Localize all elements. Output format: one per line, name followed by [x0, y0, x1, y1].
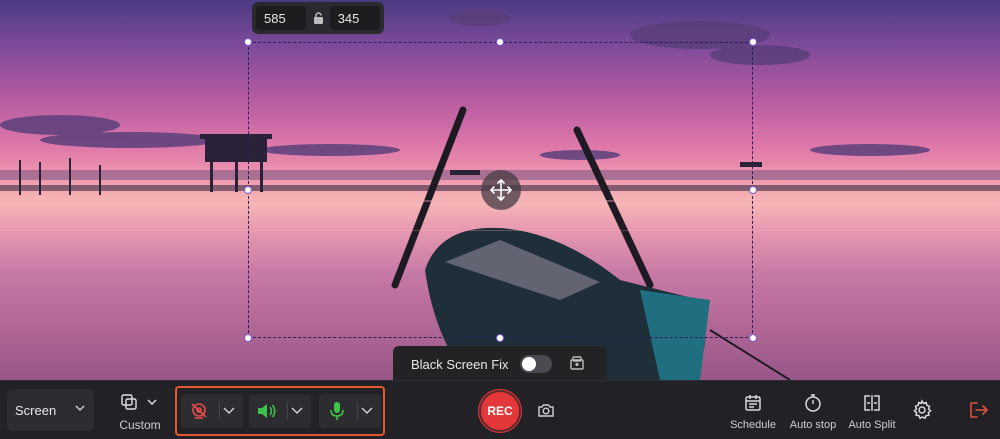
record-button[interactable]: REC: [479, 390, 521, 432]
resize-handle-bottom-left[interactable]: [244, 334, 252, 342]
webcam-control[interactable]: [181, 394, 243, 428]
chevron-down-icon: [147, 399, 157, 405]
black-screen-fix-toggle[interactable]: [520, 355, 552, 373]
chevron-down-icon[interactable]: [223, 406, 235, 416]
pin-icon[interactable]: [569, 355, 585, 374]
split-icon: [864, 395, 880, 411]
resize-handle-top-right[interactable]: [749, 38, 757, 46]
auto-stop-label: Auto stop: [789, 419, 837, 431]
screenshot-icon[interactable]: [537, 402, 555, 418]
black-screen-fix-label: Black Screen Fix: [411, 356, 509, 372]
chevron-down-icon[interactable]: [291, 406, 303, 416]
resize-handle-bottom-right[interactable]: [749, 334, 757, 342]
width-input[interactable]: 585: [256, 6, 307, 30]
schedule-button[interactable]: Schedule: [725, 391, 781, 431]
speaker-icon: [258, 404, 276, 418]
black-screen-fix-panel: Black Screen Fix: [393, 346, 607, 382]
resize-handle-bottom[interactable]: [496, 334, 504, 342]
capture-mode-select[interactable]: Screen: [7, 389, 94, 431]
height-input[interactable]: 345: [329, 6, 381, 30]
microphone-icon: [330, 402, 344, 420]
region-label: Custom: [119, 418, 161, 432]
lock-aspect-icon[interactable]: [310, 11, 325, 25]
chevron-down-icon: [75, 405, 85, 411]
chevron-down-icon[interactable]: [361, 406, 373, 416]
recorder-toolbar: Screen Custom REC Schedule Auto stop Aut…: [0, 380, 1000, 439]
region-icon: [121, 394, 137, 410]
auto-stop-button[interactable]: Auto stop: [785, 391, 841, 431]
auto-split-label: Auto Split: [848, 419, 896, 431]
resize-handle-top[interactable]: [496, 38, 504, 46]
exit-icon[interactable]: [969, 401, 989, 419]
calendar-icon: [745, 395, 761, 411]
divider: [219, 402, 220, 420]
auto-split-button[interactable]: Auto Split: [844, 391, 900, 431]
capture-mode-label: Screen: [15, 402, 57, 418]
microphone-control[interactable]: [319, 394, 381, 428]
resize-handle-top-left[interactable]: [244, 38, 252, 46]
move-icon: [490, 179, 512, 201]
resize-handle-left[interactable]: [244, 186, 252, 194]
webcam-off-icon: [191, 403, 207, 419]
resize-handle-right[interactable]: [749, 186, 757, 194]
stopwatch-icon: [805, 394, 821, 412]
divider: [357, 402, 358, 420]
system-audio-control[interactable]: [249, 394, 311, 428]
dimension-controls: 585 345: [252, 2, 384, 34]
wallpaper-background: 585 345 Black Screen Fix Screen Custom R…: [0, 0, 1000, 439]
schedule-label: Schedule: [730, 419, 776, 431]
move-region-button[interactable]: [481, 170, 521, 210]
region-select[interactable]: Custom: [114, 389, 166, 433]
source-controls-group: [175, 386, 385, 436]
gear-icon[interactable]: [911, 399, 933, 421]
divider: [287, 402, 288, 420]
